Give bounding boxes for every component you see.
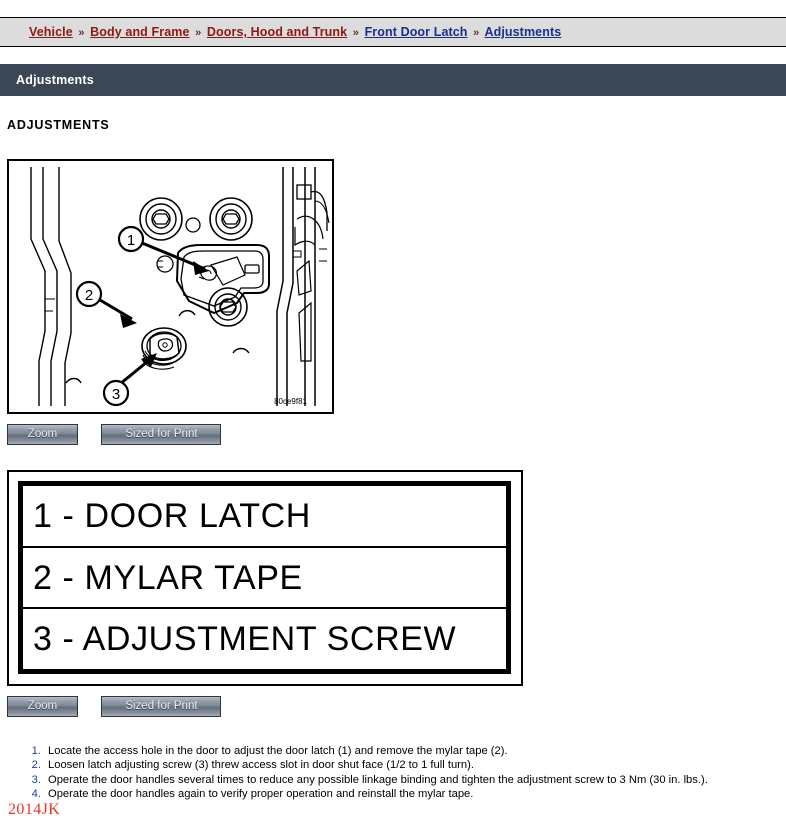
figure-button-row-bottom: Zoom Sized for Print (7, 696, 222, 717)
sized-for-print-button-bottom[interactable]: Sized for Print (101, 696, 222, 717)
breadcrumb-separator: » (195, 27, 202, 39)
list-item-number: 3. (31, 773, 41, 786)
legend-row: 1 - DOOR LATCH (23, 486, 506, 548)
list-item-number: 4. (31, 788, 41, 801)
list-item-number: 1. (31, 745, 41, 757)
list-item-text: Operate the door handles several times t… (48, 773, 708, 786)
breadcrumb-item-vehicle[interactable]: Vehicle (29, 25, 73, 39)
list-item: 3. Operate the door handles several time… (22, 773, 782, 787)
breadcrumb-separator: » (352, 27, 359, 39)
zoom-button-top[interactable]: Zoom (7, 424, 78, 445)
breadcrumb-bar: Vehicle » Body and Frame » Doors, Hood a… (0, 17, 786, 47)
list-item-number: 2. (31, 759, 41, 772)
legend-item-1: 1 - DOOR LATCH (33, 496, 311, 535)
breadcrumb-item-body-and-frame[interactable]: Body and Frame (90, 25, 189, 39)
list-item-text: Locate the access hole in the door to ad… (48, 745, 508, 757)
section-header-title: Adjustments (16, 73, 94, 87)
breadcrumb-item-doors-hood-and-trunk[interactable]: Doors, Hood and Trunk (207, 25, 347, 39)
legend-panel: 1 - DOOR LATCH 2 - MYLAR TAPE 3 - ADJUST… (7, 470, 523, 686)
breadcrumb-separator: » (78, 27, 85, 39)
breadcrumb-separator: » (473, 27, 480, 39)
instructions-list: 1. Locate the access hole in the door to… (22, 744, 782, 802)
list-item-text: Loosen latch adjusting screw (3) threw a… (48, 759, 474, 772)
figure-panel: 1 2 3 80ce9f81 (7, 159, 334, 414)
sized-for-print-button-top[interactable]: Sized for Print (101, 424, 222, 445)
breadcrumb: Vehicle » Body and Frame » Doors, Hood a… (0, 25, 561, 39)
figure-code: 80ce9f81 (274, 397, 307, 406)
svg-text:2: 2 (85, 287, 93, 304)
breadcrumb-item-adjustments[interactable]: Adjustments (484, 25, 561, 39)
page-title: ADJUSTMENTS (7, 118, 110, 132)
svg-text:1: 1 (127, 232, 135, 249)
list-item: 4. Operate the door handles again to ver… (22, 787, 782, 801)
legend-item-3: 3 - ADJUSTMENT SCREW (33, 620, 457, 659)
list-item: 1. Locate the access hole in the door to… (22, 744, 782, 758)
list-item: 2. Loosen latch adjusting screw (3) thre… (22, 758, 782, 772)
section-header-bar: Adjustments (0, 64, 786, 96)
list-item-text: Operate the door handles again to verify… (48, 788, 474, 801)
legend-row: 2 - MYLAR TAPE (23, 548, 506, 610)
figure-button-row-top: Zoom Sized for Print (7, 424, 222, 445)
breadcrumb-item-front-door-latch[interactable]: Front Door Latch (365, 25, 468, 39)
door-latch-diagram: 1 2 3 80ce9f81 (9, 161, 332, 412)
legend-row: 3 - ADJUSTMENT SCREW (23, 609, 506, 669)
legend-item-2: 2 - MYLAR TAPE (33, 558, 303, 597)
svg-text:3: 3 (112, 386, 120, 403)
zoom-button-bottom[interactable]: Zoom (7, 696, 78, 717)
watermark-label: 2014JK (8, 801, 61, 818)
legend-table: 1 - DOOR LATCH 2 - MYLAR TAPE 3 - ADJUST… (18, 481, 511, 674)
